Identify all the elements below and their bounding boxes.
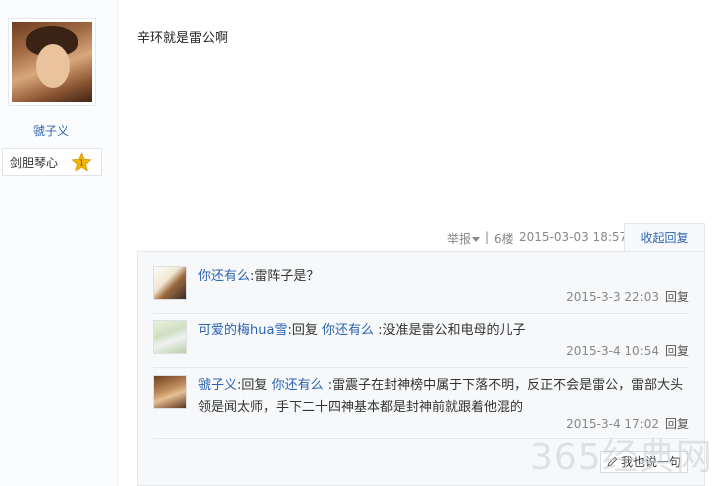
reply-text: 虢子义:回复 你还有么 :雷震子在封神榜中属于下落不明，反正不会是雷公，雷部大头… bbox=[198, 378, 684, 415]
reply-divider bbox=[153, 438, 689, 439]
post-tail: 举报 | 6楼 2015-03-03 18:57 收起回复 bbox=[137, 223, 705, 252]
level-number: 1 bbox=[79, 159, 84, 168]
report-button[interactable]: 举报 bbox=[447, 230, 481, 247]
tail-separator: | bbox=[485, 230, 490, 244]
say-something-label: 我也说一句 bbox=[621, 455, 682, 469]
post-timestamp: 2015-03-03 18:57 bbox=[519, 230, 628, 244]
reply-body: 雷阵子是？ bbox=[254, 269, 320, 284]
reply-meta: 2015-3-4 17:02 回复 bbox=[566, 415, 689, 432]
report-label: 举报 bbox=[447, 232, 472, 246]
collapse-replies-button[interactable]: 收起回复 bbox=[624, 223, 705, 252]
pencil-icon bbox=[607, 456, 618, 467]
reply-avatar[interactable] bbox=[153, 266, 187, 300]
reply-meta: 2015-3-3 22:03 回复 bbox=[566, 288, 689, 305]
reply-button[interactable]: 回复 bbox=[665, 417, 689, 431]
reply-panel: 你还有么:雷阵子是？ 2015-3-3 22:03 回复 可爱的梅hua雪:回复 … bbox=[137, 251, 705, 486]
reply-time: 2015-3-4 10:54 bbox=[566, 344, 659, 358]
reply-item: 虢子义:回复 你还有么 :雷震子在封神榜中属于下落不明，反正不会是雷公，雷部大头… bbox=[153, 375, 689, 441]
reply-target-link[interactable]: 你还有么 bbox=[272, 378, 324, 393]
reply-avatar[interactable] bbox=[153, 320, 187, 354]
reply-button[interactable]: 回复 bbox=[665, 344, 689, 358]
reply-divider bbox=[153, 313, 689, 314]
reply-target-link[interactable]: 你还有么 bbox=[322, 323, 374, 338]
caret-down-icon bbox=[472, 237, 481, 242]
author-sidebar: 虢子义 剑胆琴心 1 bbox=[0, 0, 118, 486]
reply-meta: 2015-3-4 10:54 回复 bbox=[566, 342, 689, 359]
reply-time: 2015-3-4 17:02 bbox=[566, 417, 659, 431]
level-name: 剑胆琴心 bbox=[10, 155, 59, 170]
reply-user-link[interactable]: 你还有么 bbox=[198, 269, 250, 284]
reply-user-link[interactable]: 虢子义 bbox=[198, 378, 237, 393]
level-badge[interactable]: 剑胆琴心 1 bbox=[2, 148, 102, 176]
reply-button[interactable]: 回复 bbox=[665, 290, 689, 304]
reply-item: 你还有么:雷阵子是？ 2015-3-3 22:03 回复 bbox=[153, 266, 689, 316]
avatar-image bbox=[12, 22, 92, 102]
reply-avatar[interactable] bbox=[153, 375, 187, 409]
floor-number: 6楼 bbox=[494, 232, 514, 246]
reply-time: 2015-3-3 22:03 bbox=[566, 290, 659, 304]
reply-divider bbox=[153, 367, 689, 368]
star-level-icon: 1 bbox=[71, 152, 92, 172]
reply-user-link[interactable]: 可爱的梅hua雪 bbox=[198, 323, 287, 338]
say-something-button[interactable]: 我也说一句 bbox=[600, 451, 688, 473]
post-content: 辛环就是雷公啊 bbox=[137, 31, 229, 46]
reply-text: 可爱的梅hua雪:回复 你还有么 :没准是雷公和电母的儿子 bbox=[198, 323, 526, 338]
reply-body: :没准是雷公和电母的儿子 bbox=[374, 323, 526, 338]
author-name-link[interactable]: 虢子义 bbox=[0, 122, 102, 139]
author-avatar[interactable] bbox=[8, 18, 96, 106]
reply-item: 可爱的梅hua雪:回复 你还有么 :没准是雷公和电母的儿子 2015-3-4 1… bbox=[153, 320, 689, 370]
reply-text: 你还有么:雷阵子是？ bbox=[198, 269, 320, 284]
